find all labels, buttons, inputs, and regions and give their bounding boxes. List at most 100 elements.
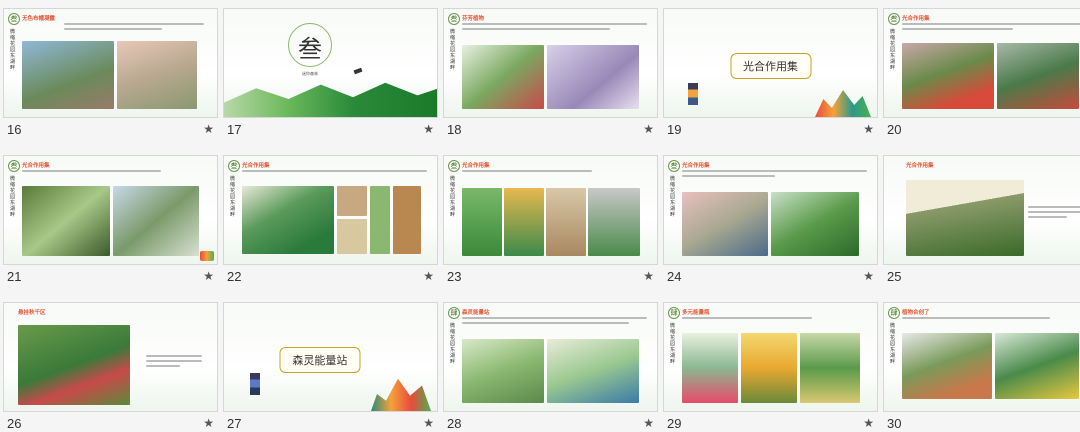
slide-canvas: 森灵能量站 — [223, 302, 438, 412]
photo-stall — [997, 43, 1079, 109]
illustration-person — [688, 83, 698, 105]
photo-prayer-flags — [22, 41, 114, 109]
logo-badge-icon: 肆 — [668, 307, 680, 319]
slide-number: 30 — [887, 416, 902, 431]
star-icon[interactable]: ★ — [423, 416, 434, 430]
photo-small-2 — [337, 219, 367, 254]
slide-number: 29 — [667, 416, 682, 431]
photo-yellow — [741, 333, 797, 403]
star-icon[interactable]: ★ — [643, 122, 654, 136]
slide-thumb-23[interactable]: 叁 微缩花园东湖畔 光合作用集 23 ★ — [443, 155, 658, 300]
logo-badge-icon: 叁 — [228, 160, 240, 172]
vertical-title: 微缩花园东湖畔 — [670, 323, 676, 365]
photo-flowers — [113, 186, 199, 256]
logo-badge-icon: 肆 — [448, 307, 460, 319]
slide-thumb-16[interactable]: 叁 微缩花园东湖畔 无色布幡凝露 16 ★ — [3, 8, 218, 153]
slide-thumb-20[interactable]: 叁 微缩花园东湖畔 光合作用集 20 ★ — [883, 8, 1080, 153]
slide-number: 25 — [887, 269, 902, 284]
logo-badge-icon: 叁 — [8, 160, 20, 172]
section-title: 光合作用集 — [730, 53, 811, 79]
slide-thumb-27[interactable]: 森灵能量站 27 ★ — [223, 302, 438, 432]
slide-number: 27 — [227, 416, 242, 431]
slide-number: 19 — [667, 122, 682, 137]
illustration-person — [250, 373, 260, 395]
star-icon[interactable]: ★ — [203, 122, 214, 136]
body-text-lines — [462, 317, 647, 327]
slide-heading: 光合作用集 — [902, 16, 930, 22]
body-text-lines — [22, 170, 207, 175]
cover-subtitle: 迷你森林 — [302, 71, 318, 76]
slide-number: 24 — [667, 269, 682, 284]
slide-thumb-25[interactable]: 光合作用集 25 ★ — [883, 155, 1080, 300]
star-icon[interactable]: ★ — [423, 269, 434, 283]
body-text-lines — [682, 170, 867, 180]
slide-heading: 植物合创了 — [902, 310, 930, 316]
photo-visitor — [117, 41, 197, 109]
vertical-title: 微缩花园东湖畔 — [670, 176, 676, 218]
slide-canvas: 叁 微缩花园东湖畔 无色布幡凝露 — [3, 8, 218, 118]
photo-small-4 — [393, 186, 421, 254]
star-icon[interactable]: ★ — [863, 416, 874, 430]
slide-number: 28 — [447, 416, 462, 431]
star-icon[interactable]: ★ — [203, 416, 214, 430]
body-text-lines — [146, 355, 202, 370]
slide-thumb-17[interactable]: 叁 迷你森林 17 ★ — [223, 8, 438, 153]
photo-garden — [771, 192, 859, 256]
photo-grid-2 — [504, 188, 544, 256]
slide-canvas: 肆 微缩花园东湖畔 森灵能量站 — [443, 302, 658, 412]
slide-canvas: 悬挂秋千区 — [3, 302, 218, 412]
logo-badge-icon: 叁 — [668, 160, 680, 172]
slide-canvas: 光合作用集 — [663, 8, 878, 118]
body-text-lines — [902, 23, 1080, 33]
slide-thumb-18[interactable]: 叁 微缩花园东湖畔 芬芳植物 18 ★ — [443, 8, 658, 153]
star-icon[interactable]: ★ — [423, 122, 434, 136]
slide-canvas: 叁 微缩花园东湖畔 光合作用集 — [883, 8, 1080, 118]
slide-canvas: 肆 微缩花园东湖畔 植物合创了 — [883, 302, 1080, 412]
slide-thumb-22[interactable]: 叁 微缩花园东湖畔 光合作用集 22 ★ — [223, 155, 438, 300]
slide-canvas: 叁 迷你森林 — [223, 8, 438, 118]
photo-small-1 — [337, 186, 367, 216]
slide-heading: 光合作用集 — [242, 163, 270, 169]
photo-tent-music — [906, 180, 1024, 256]
slide-number: 26 — [7, 416, 22, 431]
slide-canvas: 叁 微缩花园东湖畔 光合作用集 — [443, 155, 658, 265]
slide-heading: 光合作用集 — [462, 163, 490, 169]
cover-char: 叁 — [298, 35, 322, 63]
slide-heading: 多元能量瓶 — [682, 310, 710, 316]
star-icon[interactable]: ★ — [203, 269, 214, 283]
vertical-title: 微缩花园东湖畔 — [890, 29, 896, 71]
slide-number: 16 — [7, 122, 22, 137]
star-icon[interactable]: ★ — [643, 416, 654, 430]
slide-number: 21 — [7, 269, 22, 284]
photo-grid-4 — [588, 188, 640, 256]
slide-heading: 芬芳植物 — [462, 16, 485, 22]
slide-number: 17 — [227, 122, 242, 137]
star-icon[interactable]: ★ — [863, 122, 874, 136]
photo-flower-arrangement — [902, 333, 992, 399]
photo-small-3 — [370, 186, 390, 254]
logo-badge-icon: 叁 — [448, 160, 460, 172]
photo-greenhouse — [22, 186, 110, 256]
decor-plants — [371, 378, 431, 411]
star-icon[interactable]: ★ — [643, 269, 654, 283]
slide-canvas: 肆 微缩花园东湖畔 多元能量瓶 — [663, 302, 878, 412]
body-text-lines — [242, 170, 427, 175]
slide-thumb-26[interactable]: 悬挂秋千区 26 ★ — [3, 302, 218, 432]
slide-thumb-24[interactable]: 叁 微缩花园东湖畔 光合作用集 24 ★ — [663, 155, 878, 300]
slide-heading: 光合作用集 — [682, 163, 710, 169]
slide-heading: 无色布幡凝露 — [22, 16, 56, 22]
photo-shop — [682, 192, 768, 256]
body-text-lines — [902, 317, 1080, 322]
vertical-title: 微缩花园东湖畔 — [450, 323, 456, 365]
body-text-lines — [1028, 206, 1080, 221]
slide-number: 23 — [447, 269, 462, 284]
slide-thumb-19[interactable]: 光合作用集 19 ★ — [663, 8, 878, 153]
slide-thumb-21[interactable]: 叁 微缩花园东湖畔 光合作用集 21 ★ — [3, 155, 218, 300]
vertical-title: 微缩花园东湖畔 — [890, 323, 896, 365]
star-icon[interactable]: ★ — [863, 269, 874, 283]
slide-thumb-30[interactable]: 肆 微缩花园东湖畔 植物合创了 30 ★ — [883, 302, 1080, 432]
logo-badge-icon: 肆 — [888, 307, 900, 319]
slide-thumb-28[interactable]: 肆 微缩花园东湖畔 森灵能量站 28 ★ — [443, 302, 658, 432]
slide-sorter-grid: 叁 微缩花园东湖畔 无色布幡凝露 16 ★ 叁 迷你森林 17 ★ 叁 微缩花园… — [0, 0, 1080, 432]
slide-thumb-29[interactable]: 肆 微缩花园东湖畔 多元能量瓶 29 ★ — [663, 302, 878, 432]
